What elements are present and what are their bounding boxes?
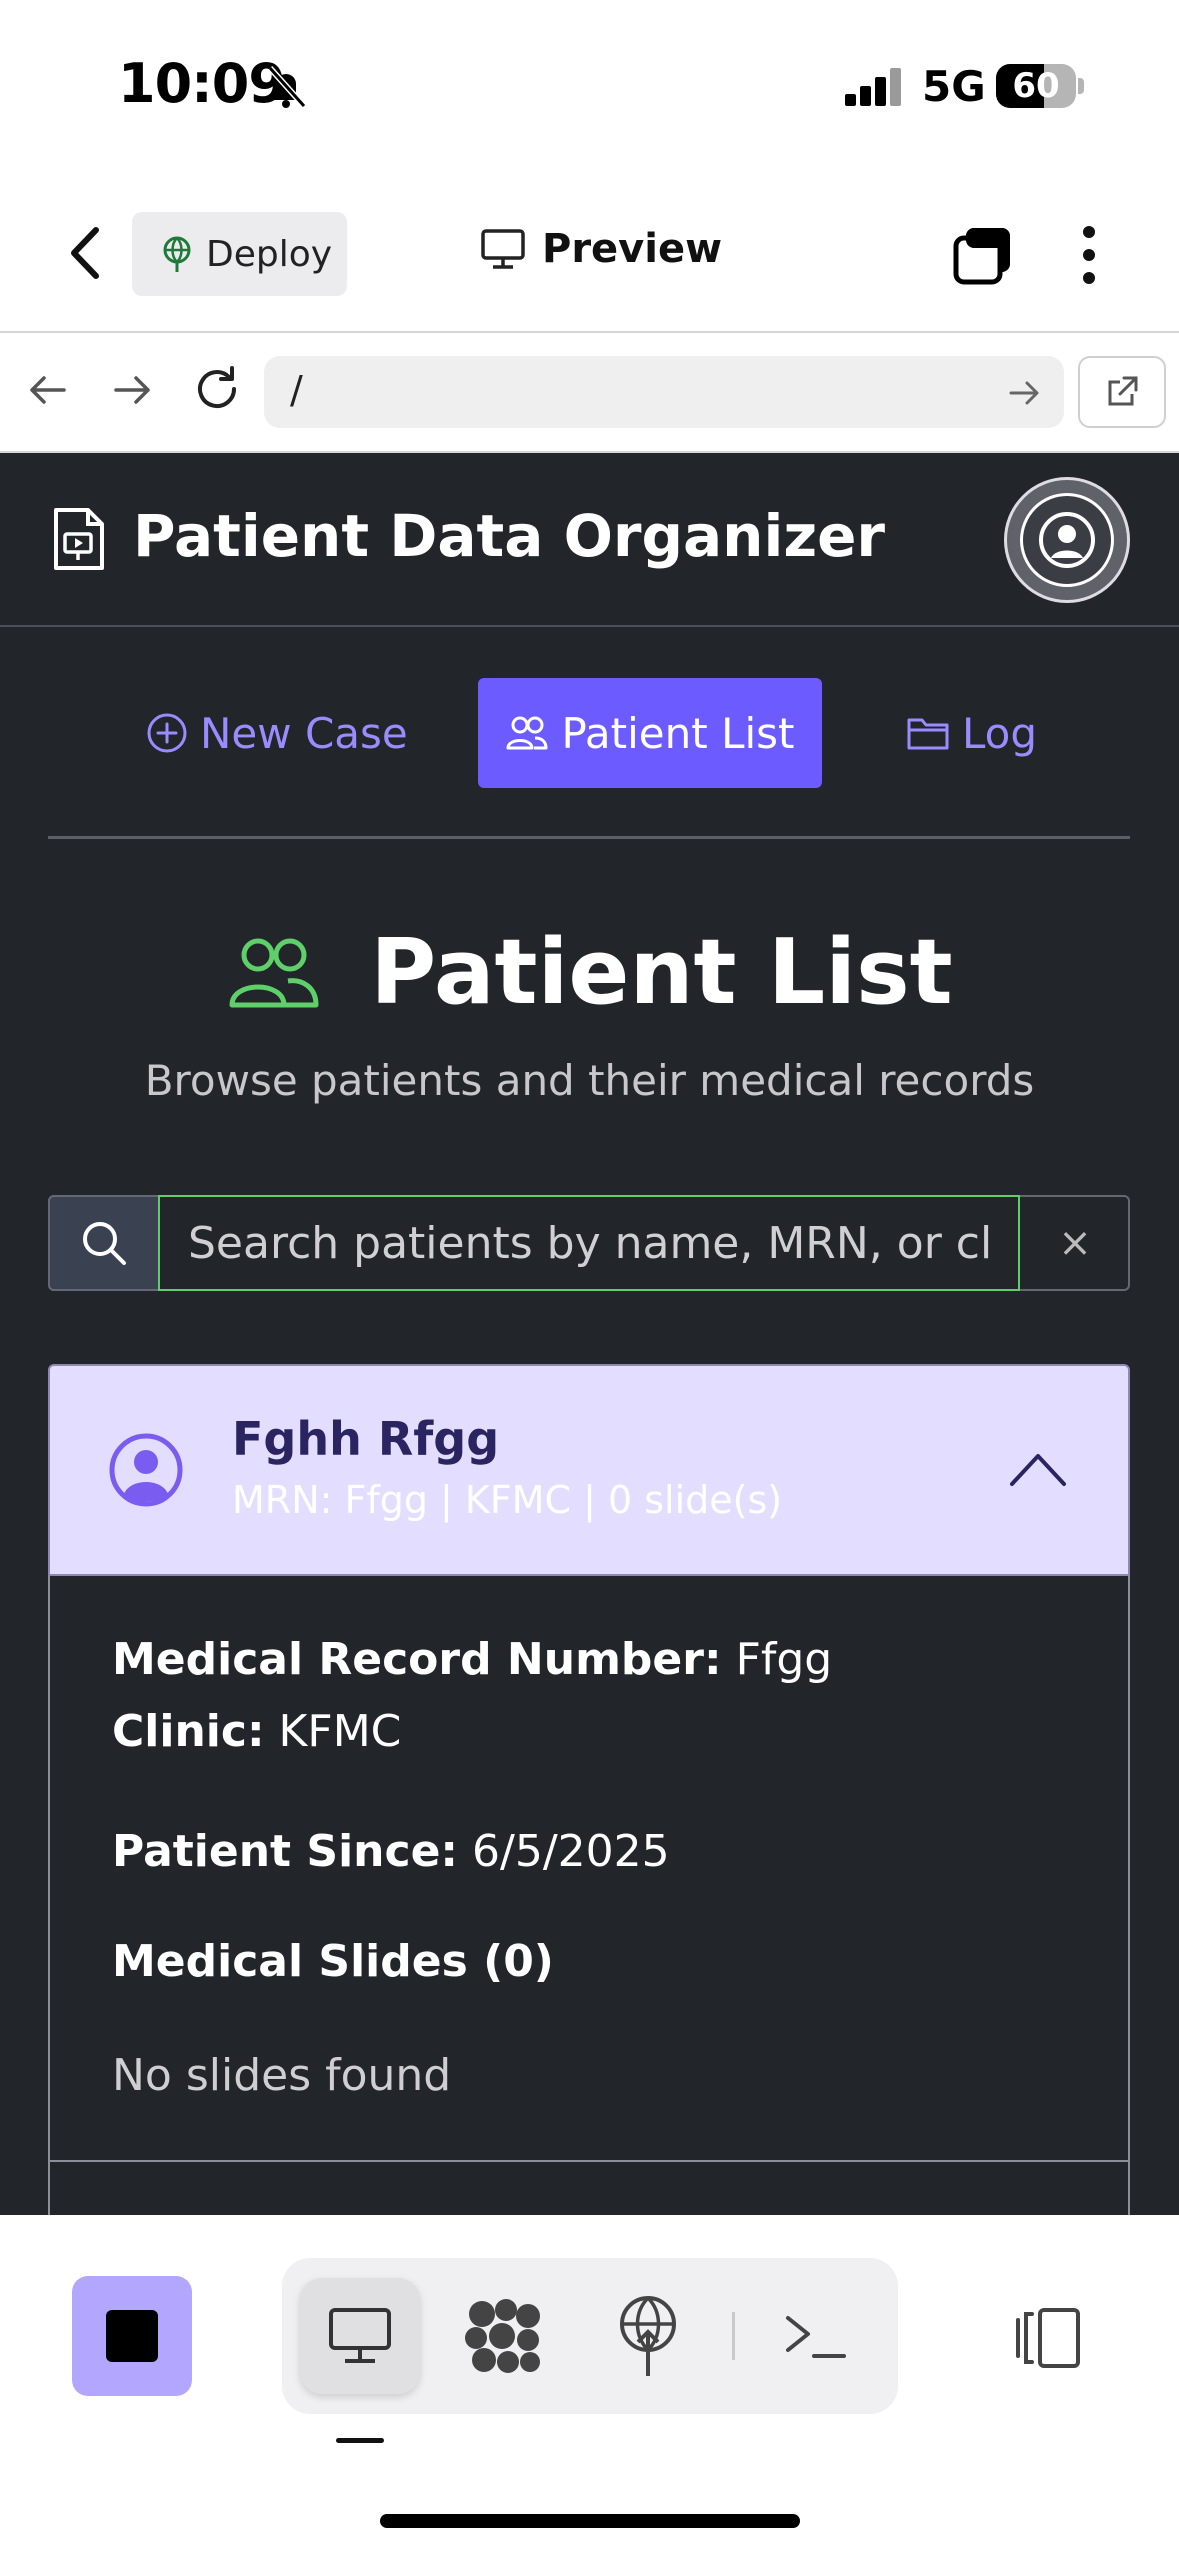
search-icon [83,1222,126,1265]
folder-icon [907,718,949,750]
back-chevron-icon[interactable] [56,220,116,286]
plus-circle-icon [147,713,187,753]
slides-empty-message: No slides found [112,2050,452,2101]
tab-label: Log [962,708,1038,758]
slides-heading: Medical Slides (0) [112,1936,554,1987]
tab-patient-list[interactable]: Patient List [478,678,822,788]
users-icon [229,938,319,1007]
preview-tab[interactable]: Preview [480,226,722,272]
network-type: 5G [922,62,986,111]
tab-label: New Case [200,708,408,758]
url-text: / [290,368,303,412]
arrow-right-icon[interactable] [108,366,156,414]
since-value: 6/5/2025 [472,1826,670,1877]
battery-level: 60 [1012,66,1060,106]
clear-search-button[interactable]: × [1020,1195,1130,1291]
battery-icon: 60 [996,64,1076,108]
monitor-icon [481,229,525,269]
app-title: Patient Data Organizer [133,502,886,570]
mrn-row: Medical Record Number: Ffgg [112,1634,832,1685]
stop-icon [106,2310,158,2362]
patient-avatar-icon [109,1433,183,1507]
chevron-up-icon[interactable] [1006,1446,1070,1490]
patient-summary: MRN: Ffgg | KFMC | 0 slide(s) [232,1478,783,1522]
search-button[interactable] [48,1195,160,1291]
reload-icon[interactable] [190,362,244,416]
patient-file-icon [54,508,104,570]
search-input[interactable] [158,1195,1020,1291]
next-patient-card[interactable] [48,2160,1130,2220]
home-indicator [380,2514,800,2528]
bell-muted-icon [267,65,307,109]
deploy-button[interactable]: Deploy [132,212,347,296]
page-title: Patient List [370,920,953,1025]
mrn-value: Ffgg [735,1634,833,1685]
more-vertical-icon[interactable] [1078,224,1100,286]
tabs-divider [48,836,1130,839]
tabs-switcher-icon[interactable] [952,224,1014,286]
clinic-value: KFMC [278,1706,402,1757]
user-avatar-button[interactable] [1004,477,1130,603]
url-bar[interactable] [264,356,1064,428]
signal-icon [845,66,901,106]
external-link-icon [1108,376,1138,406]
patient-since-row: Patient Since: 6/5/2025 [112,1826,670,1877]
stop-button[interactable] [72,2276,192,2396]
status-time: 10:09 [118,52,286,115]
open-external-button[interactable] [1078,356,1166,428]
clinic-label: Clinic: [112,1706,265,1757]
tab-log[interactable]: Log [906,678,1037,788]
page-subtitle: Browse patients and their medical record… [144,1056,1035,1105]
tab-label: Patient List [561,708,795,758]
desktop-icon [329,2308,391,2363]
go-arrow-icon[interactable] [1005,374,1043,412]
active-mode-indicator [336,2438,384,2443]
since-label: Patient Since: [112,1826,459,1877]
deploy-icon[interactable] [612,2292,684,2378]
tab-new-case[interactable]: New Case [146,678,408,788]
shell-icon[interactable] [782,2306,850,2366]
user-avatar-icon [1039,512,1095,568]
arrow-left-icon[interactable] [24,366,72,414]
preview-label: Preview [542,226,723,272]
clinic-row: Clinic: KFMC [112,1706,401,1757]
mrn-label: Medical Record Number: [112,1634,722,1685]
patient-name: Fghh Rfgg [232,1412,500,1466]
mode-separator [732,2312,735,2360]
deploy-label: Deploy [206,233,333,275]
apps-icon[interactable] [462,2296,544,2376]
patient-card-header[interactable] [48,1364,1130,1576]
deploy-globe-icon [163,236,191,272]
battery-cap [1078,78,1084,94]
page-heading: Patient List [0,920,1179,1025]
panel-toggle-icon[interactable] [1010,2306,1082,2370]
mode-desktop-button[interactable] [300,2278,420,2394]
users-icon [506,716,548,750]
